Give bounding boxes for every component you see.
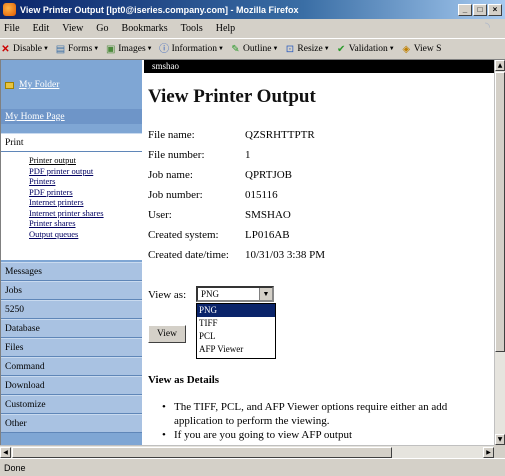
toolbar-information[interactable]: ⓘ Information ▼ [159,44,224,55]
scroll-left-arrow-icon[interactable]: ◀ [0,447,11,458]
user-banner: smshao [144,60,494,73]
sidebar-item-files[interactable]: Files [1,338,142,357]
print-submenu: Printer output PDF printer output Printe… [1,152,142,260]
menu-file[interactable]: File [4,23,20,34]
toolbar-disable[interactable]: ✕ Disable ▼ [0,44,49,55]
details-list: The TIFF, PCL, and AFP Viewer options re… [158,400,494,442]
field-value-created-system: LP016AB [245,229,290,241]
view-as-select[interactable]: PNG ▼ [196,286,274,302]
sidebar-item-5250[interactable]: 5250 [1,300,142,319]
sidebar-link-printer-output[interactable]: Printer output [29,155,142,166]
field-label-created-datetime: Created date/time: [148,249,229,261]
details-heading: View as Details [148,374,220,386]
page-viewport: My Folder My Home Page Print Printer out… [0,60,494,445]
page-title: View Printer Output [148,86,316,107]
folder-icon [5,81,14,89]
menu-bookmarks[interactable]: Bookmarks [122,23,168,34]
validation-icon: ✔ [337,43,346,55]
sidebar-item-jobs[interactable]: Jobs [1,281,142,300]
field-value-created-datetime: 10/31/03 3:38 PM [245,249,326,261]
field-label-file-number: File number: [148,149,205,161]
list-item: If you are you going to view AFP output [158,428,494,442]
toolbar-images[interactable]: ▣ Images ▼ [105,43,153,55]
field-value-file-number: 1 [245,149,251,161]
list-item-continuation: application to perform the viewing. [174,415,330,427]
scroll-up-arrow-icon[interactable]: ▲ [495,60,505,71]
vertical-scroll-thumb[interactable] [495,72,505,352]
view-button[interactable]: View [148,325,186,343]
window-titlebar: View Printer Output [lpt0@iseries.compan… [0,0,505,19]
web-developer-toolbar: ✕ Disable ▼ ▤ Forms ▼ ▣ Images ▼ ⓘ Information ▼… [0,38,505,60]
images-icon: ▣ [106,43,116,55]
field-value-file-name: QZSRHTTPTR [245,129,315,141]
sidebar-item-database[interactable]: Database [1,319,142,338]
forms-icon: ▤ [55,43,66,55]
status-text: Done [4,463,26,473]
menu-bar: File Edit View Go Bookmarks Tools Help [0,19,505,38]
dropdown-arrow-icon[interactable]: ▼ [259,288,272,300]
field-label-file-name: File name: [148,129,195,141]
toolbar-forms[interactable]: ▤ Forms ▼ [55,44,99,55]
field-label-user: User: [148,209,172,221]
toolbar-outline[interactable]: ✎ Outline ▼ [230,44,278,55]
sidebar-link-printers[interactable]: Printers [29,176,142,187]
sidebar-item-messages[interactable]: Messages [1,262,142,281]
field-value-job-name: QPRTJOB [245,169,293,181]
toolbar-view-source[interactable]: ◈ View S [401,43,441,55]
sidebar-item-other[interactable]: Other [1,414,142,433]
view-source-icon: ◈ [402,43,411,55]
field-label-created-system: Created system: [148,229,219,241]
horizontal-scrollbar[interactable]: ◀ ▶ [0,445,494,458]
firefox-icon [3,3,16,16]
horizontal-scroll-thumb[interactable] [12,447,392,458]
vertical-scrollbar[interactable]: ▲ ▼ [494,60,505,445]
menu-edit[interactable]: Edit [33,23,50,34]
main-content: smshao View Printer Output File name: QZ… [144,60,494,445]
disable-icon: ✕ [1,43,10,55]
information-icon: ⓘ [159,43,170,55]
sidebar-link-printer-shares[interactable]: Printer shares [29,218,142,229]
option-png[interactable]: PNG [197,304,275,317]
sidebar-link-internet-printer-shares[interactable]: Internet printer shares [29,208,142,219]
toolbar-resize[interactable]: ⊡ Resize ▼ [284,43,330,55]
outline-icon: ✎ [231,43,240,55]
list-item: The TIFF, PCL, and AFP Viewer options re… [158,400,494,414]
option-afp-viewer[interactable]: AFP Viewer [197,343,275,356]
sidebar-item-download[interactable]: Download [1,376,142,395]
sidebar-my-folder[interactable]: My Folder [1,73,142,97]
throbber-icon: ◝ [485,20,491,35]
scroll-down-arrow-icon[interactable]: ▼ [495,434,505,445]
menu-help[interactable]: Help [216,23,235,34]
sidebar-item-command[interactable]: Command [1,357,142,376]
field-value-job-number: 015116 [245,189,278,201]
menu-go[interactable]: Go [96,23,108,34]
view-as-options-list: PNG TIFF PCL AFP Viewer [196,303,276,359]
field-value-user: SMSHAO [245,209,291,221]
field-label-job-number: Job number: [148,189,203,201]
sidebar-link-output-queues[interactable]: Output queues [29,229,142,240]
navigation-sidebar: My Folder My Home Page Print Printer out… [1,60,142,445]
resize-icon: ⊡ [285,43,295,55]
sidebar-item-print[interactable]: Print [1,133,142,152]
sidebar-link-internet-printers[interactable]: Internet printers [29,197,142,208]
close-button[interactable]: × [488,3,502,16]
option-pcl[interactable]: PCL [197,330,275,343]
sidebar-link-pdf-printers[interactable]: PDF printers [29,187,142,198]
sidebar-item-customize[interactable]: Customize [1,395,142,414]
menu-view[interactable]: View [62,23,83,34]
view-as-label: View as: [148,289,187,301]
option-tiff[interactable]: TIFF [197,317,275,330]
toolbar-validation[interactable]: ✔ Validation ▼ [336,44,395,55]
scroll-right-arrow-icon[interactable]: ▶ [483,447,494,458]
view-as-selected-value: PNG [201,289,220,299]
status-bar: Done [0,458,505,476]
field-label-job-name: Job name: [148,169,193,181]
sidebar-my-home-page[interactable]: My Home Page [1,109,142,124]
maximize-button[interactable]: □ [473,3,487,16]
sidebar-link-pdf-printer-output[interactable]: PDF printer output [29,166,142,177]
minimize-button[interactable]: _ [458,3,472,16]
menu-tools[interactable]: Tools [181,23,203,34]
window-title: View Printer Output [lpt0@iseries.compan… [20,4,299,15]
